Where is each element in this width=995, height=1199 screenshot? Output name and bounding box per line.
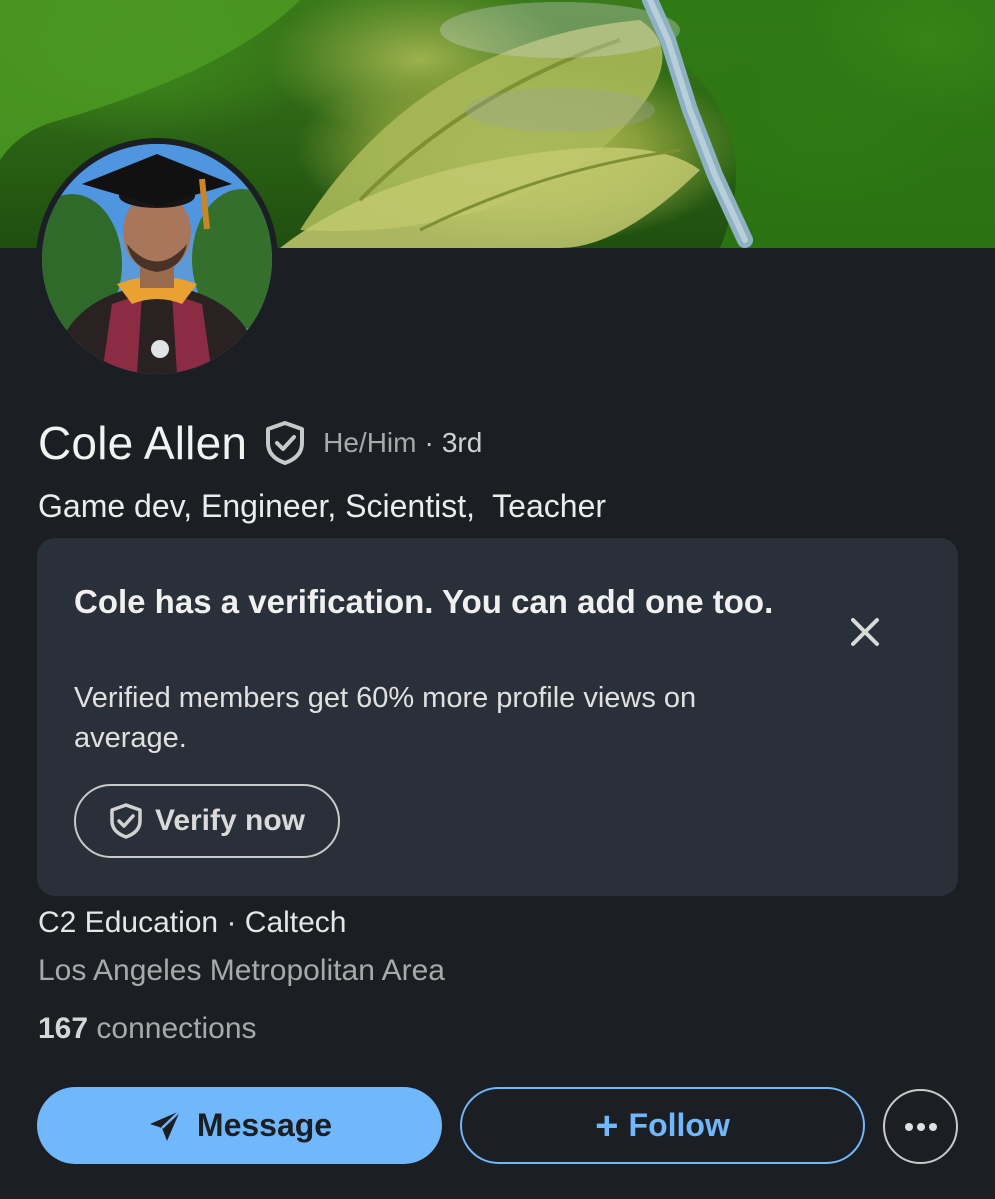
profile-headline: Game dev, Engineer, Scientist, Teacher (38, 488, 607, 524)
profile-name: Cole Allen (38, 417, 248, 469)
avatar-photo (42, 144, 272, 374)
shield-check-icon[interactable] (263, 420, 307, 466)
verification-card: Cole has a verification. You can add one… (37, 538, 958, 896)
separator-dot: · (424, 427, 434, 458)
paper-plane-icon (149, 1109, 181, 1141)
verification-card-body: Verified members get 60% more profile vi… (74, 682, 697, 754)
follow-button[interactable]: + Follow (460, 1087, 865, 1164)
ellipsis-icon (904, 1122, 937, 1131)
plus-icon: + (595, 1103, 619, 1148)
company-education-line[interactable]: C2 Education · Caltech (38, 906, 347, 940)
connections-label: connections (96, 1012, 257, 1045)
pronouns: He/Him (323, 427, 417, 458)
close-icon[interactable] (845, 612, 885, 652)
location: Los Angeles Metropolitan Area (38, 954, 445, 987)
message-label: Message (196, 1107, 333, 1143)
shield-check-icon (110, 803, 142, 839)
connections-count: 167 (38, 1012, 89, 1045)
profile-avatar[interactable] (36, 138, 278, 380)
connections-link[interactable]: 167 connections (38, 1012, 257, 1046)
verification-card-title: Cole has a verification. You can add one… (74, 583, 774, 620)
name-row: Cole Allen He/Him · 3rd (38, 414, 482, 472)
follow-label: Follow (628, 1107, 730, 1143)
verify-now-label: Verify now (154, 804, 306, 837)
more-options-button[interactable] (883, 1089, 958, 1164)
verify-now-button[interactable]: Verify now (74, 784, 340, 858)
message-button[interactable]: Message (37, 1087, 442, 1164)
connection-degree: 3rd (441, 427, 483, 458)
